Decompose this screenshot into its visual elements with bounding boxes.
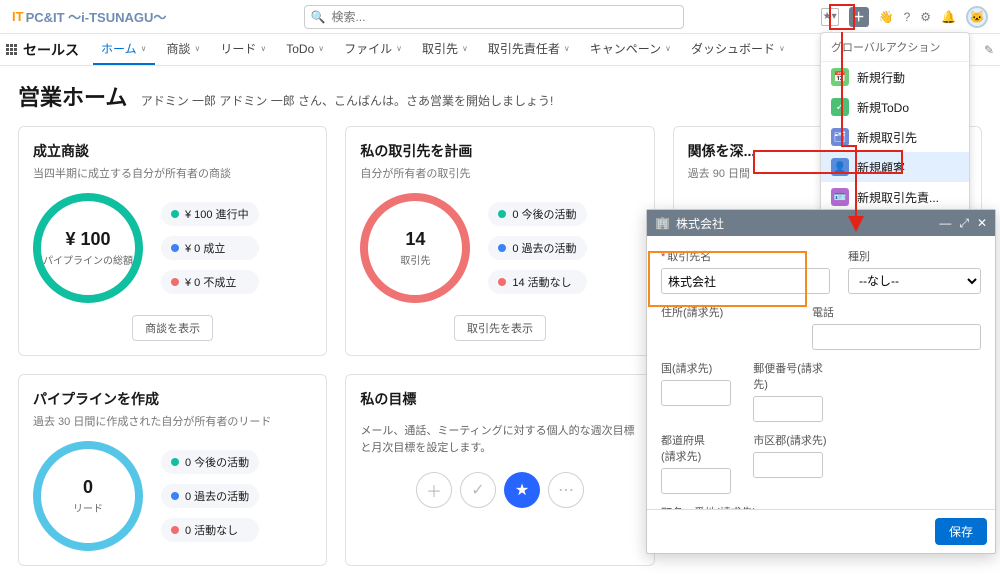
tab-todo[interactable]: ToDo∨	[278, 36, 332, 64]
tab-leads[interactable]: リード∨	[212, 34, 274, 65]
app-name: セールス	[23, 40, 79, 60]
app-launcher-icon	[6, 44, 17, 55]
page-subtitle: アドミン 一郎 アドミン 一郎 さん、こんばんは。さあ営業を開始しましょう!	[141, 94, 554, 108]
search-input[interactable]	[331, 10, 676, 24]
more-goal-icon[interactable]: ⋯	[548, 472, 584, 508]
tab-opportunities[interactable]: 商談∨	[159, 34, 209, 65]
ga-new-contact[interactable]: 🪪新規取引先責...	[821, 182, 969, 212]
new-record-panel: 🏢 株式会社 — ⤢ ✕ 取引先名 種別 --なし-- 住所(請求先) 電話 国…	[646, 209, 996, 554]
label-phone: 電話	[812, 304, 981, 320]
input-phone[interactable]	[812, 324, 981, 350]
view-deals-button[interactable]: 商談を表示	[132, 315, 213, 341]
chevron-down-icon: ∨	[141, 44, 147, 53]
card-accounts-plan: 私の取引先を計画 自分が所有者の取引先 14 取引先 0 今後の活動 0 過去の…	[345, 126, 654, 356]
tab-campaigns[interactable]: キャンペーン∨	[582, 34, 679, 65]
person-icon: 👤	[831, 158, 849, 176]
brand-rest: PC&IT 〜i-TSUNAGU〜	[26, 7, 167, 26]
brand: IT PC&IT 〜i-TSUNAGU〜	[12, 7, 166, 26]
tab-files[interactable]: ファイル∨	[336, 34, 410, 65]
card-icon: 🪪	[831, 188, 849, 206]
label-account-name: 取引先名	[661, 248, 830, 264]
input-city[interactable]	[753, 452, 823, 478]
input-postal[interactable]	[753, 396, 823, 422]
input-account-name[interactable]	[661, 268, 830, 294]
panel-title: 株式会社	[676, 215, 724, 232]
select-type[interactable]: --なし--	[848, 268, 981, 294]
tab-home[interactable]: ホーム∨	[93, 34, 155, 65]
card-title: パイプラインを作成	[33, 389, 312, 409]
building-icon: 🏢	[655, 216, 670, 230]
check-goal-icon[interactable]: ✓	[460, 472, 496, 508]
star-goal-icon[interactable]: ★	[504, 472, 540, 508]
ga-new-event[interactable]: 📅新規行動	[821, 62, 969, 92]
metric-ring: 0 リード	[33, 441, 143, 551]
input-country[interactable]	[661, 380, 731, 406]
add-goal-icon[interactable]: ＋	[416, 472, 452, 508]
task-icon: ✓	[831, 98, 849, 116]
top-header: IT PC&IT 〜i-TSUNAGU〜 🔍 ★▾ ＋ 👋 ? ⚙ 🔔 🐱	[0, 0, 1000, 34]
dot-icon	[171, 210, 179, 218]
pill: ¥ 0 成立	[161, 236, 259, 260]
card-pipeline: パイプラインを作成 過去 30 日間に作成された自分が所有者のリード 0 リード…	[18, 374, 327, 566]
favorite-button[interactable]: ★▾	[821, 8, 839, 26]
nav-tabs: ホーム∨ 商談∨ リード∨ ToDo∨ ファイル∨ 取引先∨ 取引先責任者∨ キ…	[93, 34, 793, 65]
ga-new-customer[interactable]: 👤新規顧客	[821, 152, 969, 182]
save-button[interactable]: 保存	[935, 518, 987, 545]
brand-it: IT	[12, 9, 24, 24]
search-icon: 🔍	[311, 10, 326, 24]
global-actions-header: グローバルアクション	[821, 33, 969, 62]
minimize-icon[interactable]: —	[939, 216, 951, 231]
global-actions-menu: グローバルアクション 📅新規行動 ✓新規ToDo 🗂新規取引先 👤新規顧客 🪪新…	[820, 32, 970, 213]
view-accounts-button[interactable]: 取引先を表示	[454, 315, 546, 341]
label-type: 種別	[848, 248, 981, 264]
card-subtitle: 当四半期に成立する自分が所有者の商談	[33, 165, 312, 181]
label-city: 市区郡(請求先)	[753, 432, 827, 448]
folder-icon: 🗂	[831, 128, 849, 146]
tab-dashboards[interactable]: ダッシュボード∨	[683, 34, 793, 65]
page-title: 営業ホーム	[18, 80, 127, 112]
tab-accounts[interactable]: 取引先∨	[414, 34, 476, 65]
question-icon[interactable]: ?	[904, 10, 911, 24]
metric-ring: ¥ 100 パイプラインの総額	[33, 193, 143, 303]
calendar-icon: 📅	[831, 68, 849, 86]
ga-new-todo[interactable]: ✓新規ToDo	[821, 92, 969, 122]
ga-new-account[interactable]: 🗂新規取引先	[821, 122, 969, 152]
app-launcher[interactable]	[6, 44, 17, 55]
metric-ring: 14 取引先	[360, 193, 470, 303]
card-title: 成立商談	[33, 141, 312, 161]
card-title: 私の取引先を計画	[360, 141, 639, 161]
panel-header[interactable]: 🏢 株式会社 — ⤢ ✕	[647, 210, 995, 236]
tab-contacts[interactable]: 取引先責任者∨	[480, 34, 578, 65]
goal-icons: ＋ ✓ ★ ⋯	[360, 472, 639, 508]
label-country: 国(請求先)	[661, 360, 735, 376]
panel-footer: 保存	[647, 509, 995, 553]
card-goals: 私の目標 メール、通話、ミーティングに対する個人的な週次目標と月次目標を設定しま…	[345, 374, 654, 566]
global-search[interactable]: 🔍	[304, 5, 684, 29]
panel-body: 取引先名 種別 --なし-- 住所(請求先) 電話 国(請求先) 郵便番号(請求…	[647, 236, 995, 509]
close-icon[interactable]: ✕	[977, 216, 987, 231]
edit-nav-icon[interactable]: ✎	[984, 43, 994, 57]
expand-icon[interactable]: ⤢	[959, 216, 969, 231]
label-address: 住所(請求先)	[661, 304, 794, 320]
help-icon[interactable]: 👋	[879, 10, 894, 24]
input-pref[interactable]	[661, 468, 731, 494]
pill: ¥ 0 不成立	[161, 270, 259, 294]
global-create-button[interactable]: ＋	[849, 7, 869, 27]
label-pref: 都道府県 (請求先)	[661, 432, 735, 464]
label-street: 町名・番地(請求先)	[661, 504, 827, 509]
card-closed-deals: 成立商談 当四半期に成立する自分が所有者の商談 ¥ 100 パイプラインの総額 …	[18, 126, 327, 356]
user-avatar[interactable]: 🐱	[966, 6, 988, 28]
card-title: 私の目標	[360, 389, 639, 409]
header-actions: ★▾ ＋ 👋 ? ⚙ 🔔 🐱	[821, 6, 988, 28]
label-postal: 郵便番号(請求先)	[753, 360, 827, 392]
gear-icon[interactable]: ⚙	[920, 10, 931, 24]
pill-list: ¥ 100 進行中 ¥ 0 成立 ¥ 0 不成立	[161, 202, 259, 294]
pill: ¥ 100 進行中	[161, 202, 259, 226]
bell-icon[interactable]: 🔔	[941, 10, 956, 24]
